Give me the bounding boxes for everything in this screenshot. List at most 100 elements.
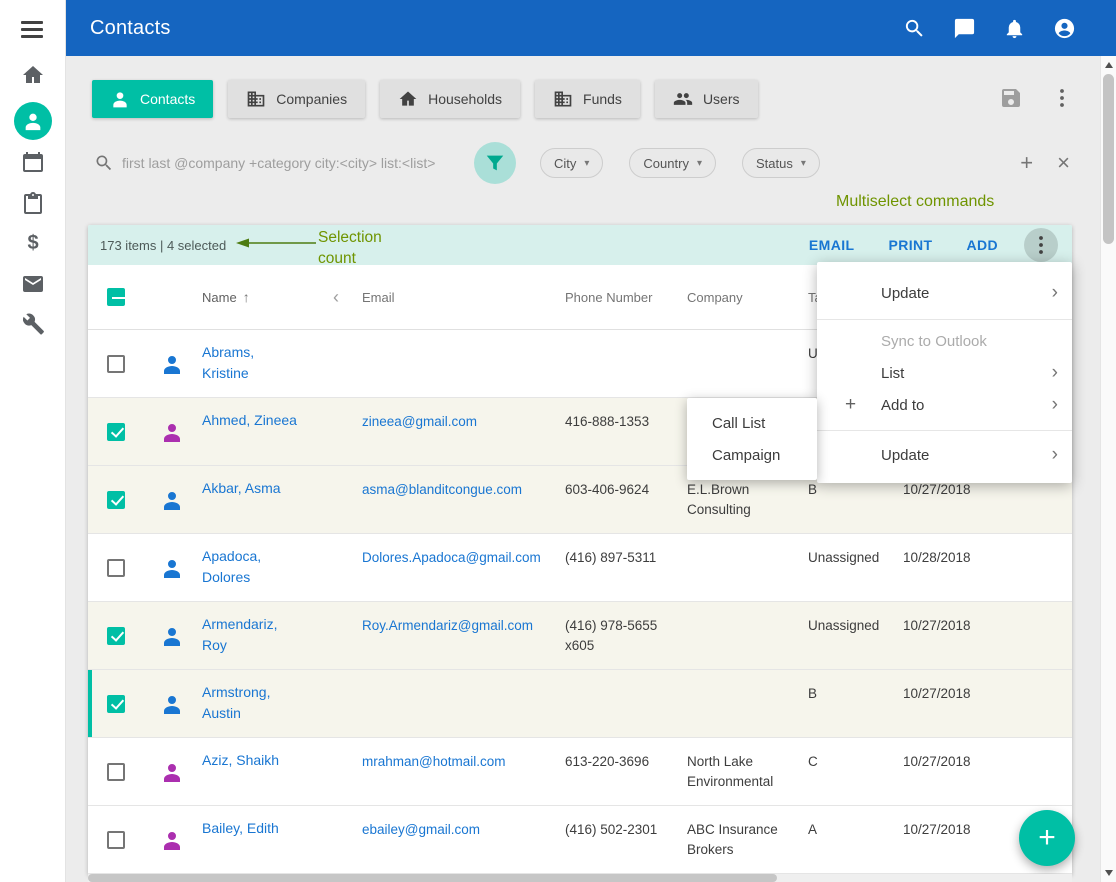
chevron-right-icon: ›: [1052, 394, 1058, 416]
row-checkbox[interactable]: [107, 355, 125, 373]
row-checkbox[interactable]: [107, 423, 125, 441]
horizontal-scrollbar[interactable]: [88, 874, 1072, 882]
row-checkbox[interactable]: [107, 491, 125, 509]
tab-users[interactable]: Users: [655, 80, 758, 118]
scroll-down-arrow-icon[interactable]: [1105, 870, 1113, 876]
column-header-phone[interactable]: Phone Number: [555, 265, 675, 329]
filter-funnel-button[interactable]: [474, 142, 516, 184]
tab-households[interactable]: Households: [380, 80, 520, 118]
row-checkbox[interactable]: [107, 559, 125, 577]
contact-email-link[interactable]: Dolores.Apadoca@gmail.com: [362, 550, 541, 565]
add-contact-fab-button[interactable]: +: [1019, 810, 1075, 866]
menu-item-update-bottom[interactable]: Update ›: [817, 435, 1072, 475]
tab-label: Companies: [276, 91, 347, 107]
sidebar-item-calendar-icon[interactable]: [21, 150, 45, 174]
sidebar-item-tasks-clipboard-icon[interactable]: [21, 191, 45, 215]
clear-search-close-icon[interactable]: ×: [1057, 152, 1070, 174]
row-checkbox[interactable]: [107, 695, 125, 713]
select-all-checkbox[interactable]: [107, 288, 125, 306]
scroll-up-arrow-icon[interactable]: [1105, 62, 1113, 68]
sidebar-item-tools-wrench-icon[interactable]: [21, 312, 45, 336]
row-checkbox[interactable]: [107, 627, 125, 645]
table-row[interactable]: Armstrong, Austin B 10/27/2018: [88, 670, 1072, 738]
column-header-name[interactable]: Name ↑: [200, 265, 322, 329]
submenu-item-campaign[interactable]: Campaign: [687, 439, 817, 471]
contact-name-link[interactable]: Akbar, Asma: [202, 480, 281, 496]
tab-funds[interactable]: Funds: [535, 80, 640, 118]
filter-chip-country[interactable]: Country ▾: [629, 148, 716, 178]
menu-item-list[interactable]: List ›: [817, 357, 1072, 389]
row-checkbox[interactable]: [107, 831, 125, 849]
hamburger-menu-icon[interactable]: [21, 21, 43, 42]
add-filter-plus-icon[interactable]: +: [1020, 152, 1033, 174]
contact-name-link[interactable]: Apadoca, Dolores: [202, 548, 261, 585]
contact-modified-date: 10/27/2018: [895, 670, 1072, 737]
column-header-company[interactable]: Company: [675, 265, 800, 329]
table-row[interactable]: Apadoca, Dolores Dolores.Apadoca@gmail.c…: [88, 534, 1072, 602]
vertical-scrollbar-thumb[interactable]: [1103, 74, 1114, 244]
add-button[interactable]: ADD: [966, 237, 998, 253]
contact-email-link[interactable]: ebailey@gmail.com: [362, 822, 480, 837]
submenu-item-call-list[interactable]: Call List: [687, 407, 817, 439]
contact-tags: Unassigned: [800, 602, 895, 669]
sidebar: $: [0, 0, 66, 882]
tab-contacts[interactable]: Contacts: [92, 80, 213, 118]
contact-name-link[interactable]: Ahmed, Zineea: [202, 412, 297, 428]
vertical-dots-icon: [1029, 233, 1053, 257]
collapse-column-icon[interactable]: ‹: [322, 265, 350, 329]
sidebar-item-money-dollar-icon[interactable]: $: [0, 231, 66, 255]
view-more-dots-icon[interactable]: [1050, 86, 1074, 110]
people-icon: [673, 89, 693, 109]
chevron-down-icon: ▾: [801, 158, 806, 169]
menu-item-label: List: [881, 365, 904, 382]
person-icon: [22, 110, 44, 132]
save-view-icon[interactable]: [999, 86, 1023, 110]
contact-company: [675, 602, 800, 669]
vertical-scrollbar[interactable]: [1100, 56, 1116, 882]
row-checkbox[interactable]: [107, 763, 125, 781]
chip-label: Status: [756, 156, 793, 171]
contact-name-link[interactable]: Bailey, Edith: [202, 820, 279, 836]
sort-ascending-icon: ↑: [243, 289, 250, 305]
horizontal-scrollbar-thumb[interactable]: [88, 874, 777, 882]
table-row[interactable]: Armendariz, Roy Roy.Armendariz@gmail.com…: [88, 602, 1072, 670]
notifications-bell-icon[interactable]: [1003, 17, 1026, 40]
sidebar-item-contacts-active[interactable]: [14, 102, 52, 140]
contact-name-link[interactable]: Armendariz, Roy: [202, 616, 277, 653]
menu-item-update-top[interactable]: Update ›: [817, 272, 1072, 314]
filter-chip-status[interactable]: Status ▾: [742, 148, 820, 178]
tab-label: Households: [428, 91, 502, 107]
contact-email-link[interactable]: Roy.Armendariz@gmail.com: [362, 618, 533, 633]
contact-name-link[interactable]: Armstrong, Austin: [202, 684, 270, 721]
sidebar-item-home-icon[interactable]: [21, 63, 45, 87]
tab-companies[interactable]: Companies: [228, 80, 365, 118]
chevron-right-icon: ›: [1052, 282, 1058, 304]
contact-email-link[interactable]: asma@blanditcongue.com: [362, 482, 522, 497]
menu-item-add-to[interactable]: + Add to ›: [817, 389, 1072, 421]
contact-avatar-icon: [160, 488, 184, 512]
email-button[interactable]: EMAIL: [809, 237, 855, 253]
search-row: City ▾ Country ▾ Status ▾ + ×: [94, 142, 1070, 184]
contact-name-link[interactable]: Abrams, Kristine: [202, 344, 254, 381]
contact-email-link[interactable]: mrahman@hotmail.com: [362, 754, 506, 769]
filter-chip-city[interactable]: City ▾: [540, 148, 603, 178]
contact-email-link[interactable]: zineea@gmail.com: [362, 414, 477, 429]
table-row[interactable]: Aziz, Shaikh mrahman@hotmail.com 613-220…: [88, 738, 1072, 806]
contact-phone: [555, 330, 675, 397]
menu-divider: [817, 430, 1072, 431]
search-input[interactable]: [122, 155, 474, 171]
building-icon: [553, 89, 573, 109]
chat-icon[interactable]: [953, 17, 976, 40]
table-row[interactable]: Bailey, Edith ebailey@gmail.com (416) 50…: [88, 806, 1072, 874]
search-icon[interactable]: [903, 17, 926, 40]
multiselect-more-dots-button[interactable]: [1024, 228, 1058, 262]
column-header-email[interactable]: Email: [350, 265, 555, 329]
menu-item-sync-outlook[interactable]: Sync to Outlook: [817, 325, 1072, 357]
account-circle-icon[interactable]: [1053, 17, 1076, 40]
contact-phone: 416-888-1353: [555, 398, 675, 465]
contact-name-link[interactable]: Aziz, Shaikh: [202, 752, 279, 768]
contact-avatar-icon: [160, 556, 184, 580]
sidebar-item-mail-icon[interactable]: [21, 272, 45, 296]
print-button[interactable]: PRINT: [888, 237, 932, 253]
contact-avatar-icon: [160, 828, 184, 852]
